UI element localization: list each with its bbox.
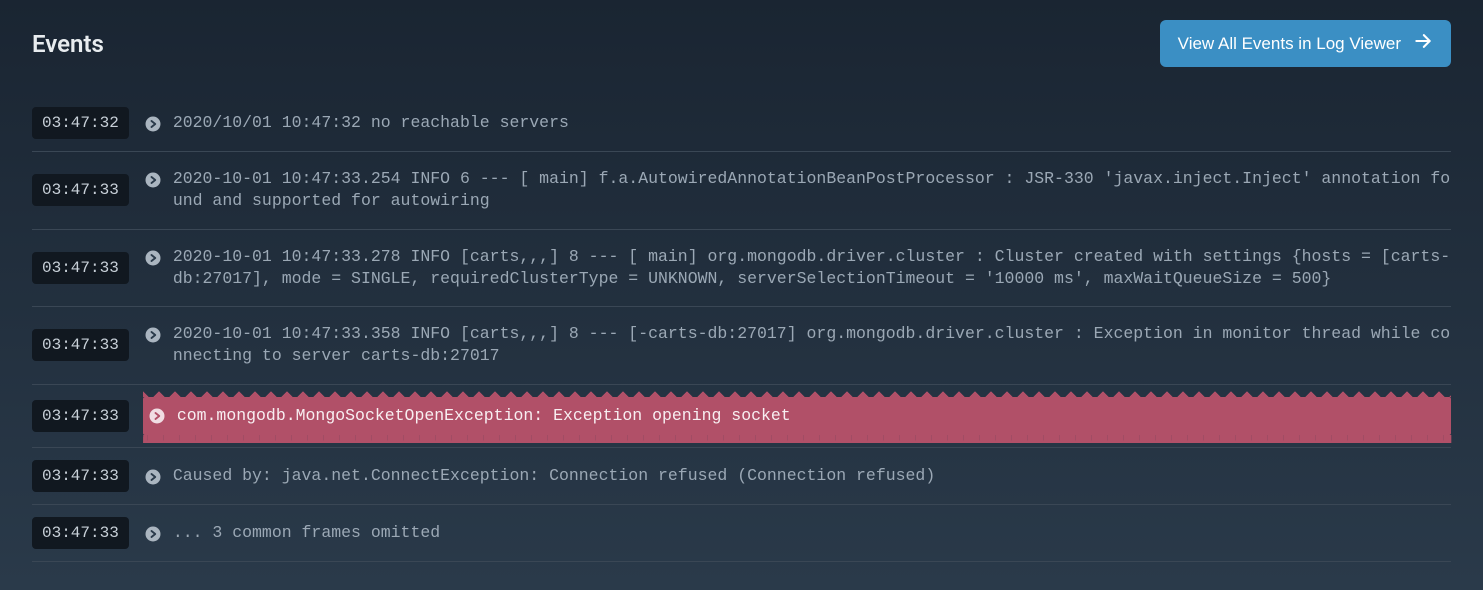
- events-header: Events View All Events in Log Viewer: [32, 20, 1451, 67]
- event-body: 2020-10-01 10:47:33.358 INFO [carts,,,] …: [143, 319, 1451, 372]
- events-list: 03:47:32 2020/10/01 10:47:32 no reachable…: [32, 95, 1451, 562]
- chevron-right-icon[interactable]: [147, 406, 167, 426]
- chevron-right-icon[interactable]: [143, 325, 163, 345]
- event-text: 2020-10-01 10:47:33.358 INFO [carts,,,] …: [173, 323, 1451, 368]
- event-body: ... 3 common frames omitted: [143, 518, 1451, 548]
- event-body-error: com.mongodb.MongoSocketOpenException: Ex…: [143, 397, 1451, 435]
- view-all-label: View All Events in Log Viewer: [1178, 34, 1401, 54]
- event-text: 2020-10-01 10:47:33.278 INFO [carts,,,] …: [173, 246, 1451, 291]
- event-row: 03:47:32 2020/10/01 10:47:32 no reachable…: [32, 95, 1451, 152]
- event-row: 03:47:33 com.mongodb.MongoSocketOpenExcep…: [32, 385, 1451, 448]
- event-row: 03:47:33 Caused by: java.net.ConnectExcep…: [32, 448, 1451, 505]
- timestamp-badge: 03:47:33: [32, 460, 129, 492]
- event-text: 2020/10/01 10:47:32 no reachable servers: [173, 112, 1451, 134]
- event-text: ... 3 common frames omitted: [173, 522, 1451, 544]
- timestamp-badge: 03:47:32: [32, 107, 129, 139]
- chevron-right-icon[interactable]: [143, 524, 163, 544]
- event-row: 03:47:33 2020-10-01 10:47:33.278 INFO [ca…: [32, 230, 1451, 308]
- chevron-right-icon[interactable]: [143, 467, 163, 487]
- timestamp-badge: 03:47:33: [32, 400, 129, 432]
- chevron-right-icon[interactable]: [143, 248, 163, 268]
- event-text: Caused by: java.net.ConnectException: Co…: [173, 465, 1451, 487]
- event-body: Caused by: java.net.ConnectException: Co…: [143, 461, 1451, 491]
- event-body: 2020/10/01 10:47:32 no reachable servers: [143, 108, 1451, 138]
- timestamp-badge: 03:47:33: [32, 174, 129, 206]
- view-all-events-button[interactable]: View All Events in Log Viewer: [1160, 20, 1451, 67]
- event-text: 2020-10-01 10:47:33.254 INFO 6 --- [ mai…: [173, 168, 1451, 213]
- chevron-right-icon[interactable]: [143, 114, 163, 134]
- event-body: 2020-10-01 10:47:33.278 INFO [carts,,,] …: [143, 242, 1451, 295]
- event-row: 03:47:33 2020-10-01 10:47:33.358 INFO [ca…: [32, 307, 1451, 385]
- event-body: 2020-10-01 10:47:33.254 INFO 6 --- [ mai…: [143, 164, 1451, 217]
- event-row: 03:47:33 ... 3 common frames omitted: [32, 505, 1451, 562]
- arrow-right-icon: [1413, 31, 1433, 56]
- timestamp-badge: 03:47:33: [32, 329, 129, 361]
- page-title: Events: [32, 30, 104, 58]
- event-row: 03:47:33 2020-10-01 10:47:33.254 INFO 6 -…: [32, 152, 1451, 230]
- event-text: com.mongodb.MongoSocketOpenException: Ex…: [177, 405, 1441, 427]
- chevron-right-icon[interactable]: [143, 170, 163, 190]
- timestamp-badge: 03:47:33: [32, 517, 129, 549]
- timestamp-badge: 03:47:33: [32, 252, 129, 284]
